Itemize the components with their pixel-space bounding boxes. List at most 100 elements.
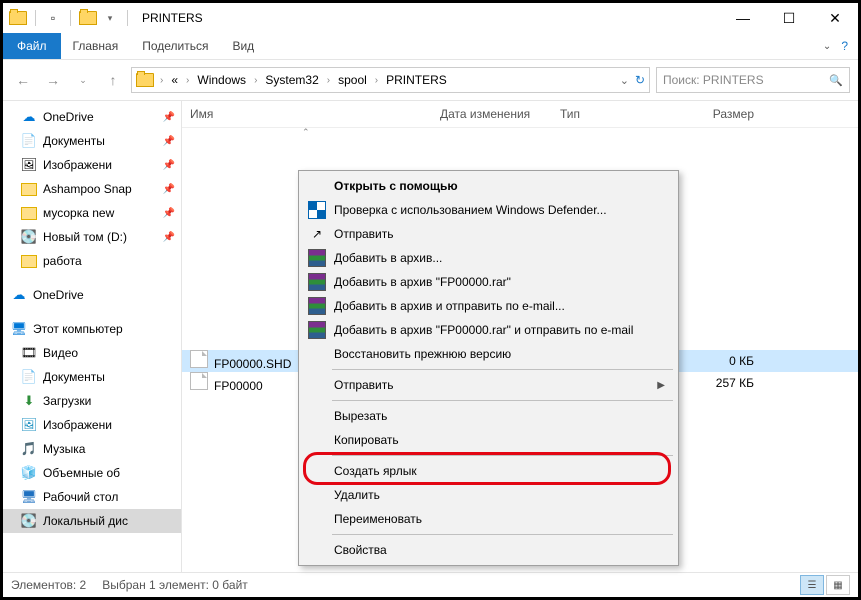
tree-item[interactable]: ☁OneDrive📌 [3, 105, 181, 129]
folder-icon [136, 73, 154, 87]
column-date[interactable]: Дата изменения [432, 107, 552, 121]
ctx-add-to-rar[interactable]: Добавить в архив "FP00000.rar" [302, 270, 675, 294]
tree-item-icon: 💽 [21, 513, 37, 529]
ctx-restore-previous[interactable]: Восстановить прежнюю версию [302, 342, 675, 366]
help-icon[interactable]: ? [841, 39, 848, 53]
address-dropdown[interactable]: ⌄ [620, 74, 629, 87]
ctx-copy[interactable]: Копировать [302, 428, 675, 452]
back-button[interactable]: ← [11, 68, 35, 92]
tree-item-icon: 🧊 [21, 465, 37, 481]
tree-item[interactable]: ⬇Загрузки [3, 389, 181, 413]
tree-label: Ashampoo Snap [43, 182, 132, 196]
chevron-right-icon: › [254, 75, 257, 86]
ctx-rename[interactable]: Переименовать [302, 507, 675, 531]
ctx-send-to[interactable]: Отправить ▶ [302, 373, 675, 397]
breadcrumb[interactable]: Windows [193, 73, 250, 87]
file-icon [190, 350, 208, 368]
address-bar: ← → ⌄ ↑ › « › Windows › System32 › spool… [3, 60, 858, 101]
computer-icon: 🖥 [11, 321, 27, 337]
qat-dropdown[interactable]: ▾ [101, 9, 119, 27]
tree-item[interactable]: 🎵Музыка [3, 437, 181, 461]
breadcrumb[interactable]: spool [334, 73, 371, 87]
ctx-create-shortcut[interactable]: Создать ярлык [302, 459, 675, 483]
column-type[interactable]: Тип [552, 107, 672, 121]
ctx-delete[interactable]: Удалить [302, 483, 675, 507]
tab-home[interactable]: Главная [61, 33, 131, 59]
refresh-button[interactable]: ↻ [635, 73, 645, 87]
search-input[interactable]: Поиск: PRINTERS 🔍 [656, 67, 850, 93]
tree-item[interactable]: 🖼Изображени [3, 413, 181, 437]
cloud-icon: ☁ [11, 287, 27, 303]
details-view-button[interactable]: ☰ [800, 575, 824, 595]
window-controls: — ☐ ✕ [720, 3, 858, 33]
tree-item[interactable]: 💽Новый том (D:)📌 [3, 225, 181, 249]
ctx-archive-email[interactable]: Добавить в архив и отправить по e-mail..… [302, 294, 675, 318]
ctx-open-with[interactable]: Открыть с помощью [302, 174, 675, 198]
column-name[interactable]: Имя [182, 107, 432, 121]
ctx-share[interactable]: ↗ Отправить [302, 222, 675, 246]
breadcrumb[interactable]: PRINTERS [382, 73, 451, 87]
ctx-defender-scan[interactable]: Проверка с использованием Windows Defend… [302, 198, 675, 222]
tree-label: мусорка new [43, 206, 114, 220]
ctx-cut[interactable]: Вырезать [302, 404, 675, 428]
folder-icon [21, 253, 37, 269]
properties-qat-button[interactable]: ▫ [44, 9, 62, 27]
tree-item[interactable]: 📄Документы📌 [3, 129, 181, 153]
forward-button[interactable]: → [41, 68, 65, 92]
search-icon: 🔍 [829, 74, 843, 87]
ctx-properties[interactable]: Свойства [302, 538, 675, 562]
recent-dropdown[interactable]: ⌄ [71, 68, 95, 92]
breadcrumb-box[interactable]: › « › Windows › System32 › spool › PRINT… [131, 67, 650, 93]
tree-this-pc[interactable]: 🖥 Этот компьютер [3, 317, 181, 341]
tree-item[interactable]: Ashampoo Snap📌 [3, 177, 181, 201]
chevron-right-icon: ▶ [657, 380, 665, 391]
column-size[interactable]: Размер [672, 107, 762, 121]
tree-item[interactable]: 🧊Объемные об [3, 461, 181, 485]
tree-label: Локальный дис [43, 514, 128, 528]
separator [332, 369, 673, 370]
breadcrumb[interactable]: System32 [261, 73, 322, 87]
tree-item[interactable]: мусорка new📌 [3, 201, 181, 225]
tree-item[interactable]: 🖼Изображени📌 [3, 153, 181, 177]
tree-item[interactable]: 🖥Рабочий стол [3, 485, 181, 509]
rar-icon [308, 249, 326, 267]
tab-share[interactable]: Поделиться [130, 33, 220, 59]
file-tab[interactable]: Файл [3, 33, 61, 59]
defender-icon [308, 201, 326, 219]
file-size: 0 КБ [672, 354, 762, 368]
search-placeholder: Поиск: PRINTERS [663, 73, 764, 87]
tree-item[interactable]: 📄Документы [3, 365, 181, 389]
navigation-pane[interactable]: ☁OneDrive📌📄Документы📌🖼Изображени📌Ashampo… [3, 101, 182, 572]
rar-icon [308, 321, 326, 339]
ribbon-collapse: ⌄ ? [823, 33, 858, 59]
folder-icon [79, 11, 97, 25]
context-menu: Открыть с помощью Проверка с использован… [298, 170, 679, 566]
tree-onedrive[interactable]: ☁ OneDrive [3, 283, 181, 307]
tab-view[interactable]: Вид [220, 33, 266, 59]
chevron-down-icon[interactable]: ⌄ [823, 41, 831, 52]
icons-view-button[interactable]: ▦ [826, 575, 850, 595]
pin-icon: 📌 [163, 112, 175, 123]
tree-item-icon: 🖥 [21, 489, 37, 505]
maximize-button[interactable]: ☐ [766, 3, 812, 33]
status-selection: Выбран 1 элемент: 0 байт [102, 578, 248, 592]
tree-item[interactable]: 🎞Видео [3, 341, 181, 365]
tree-item-icon: 🎵 [21, 441, 37, 457]
separator [332, 400, 673, 401]
crumb-ellipsis[interactable]: « [167, 73, 182, 87]
tree-item-icon: 🖼 [21, 417, 37, 433]
ctx-add-to-archive[interactable]: Добавить в архив... [302, 246, 675, 270]
ctx-rar-email[interactable]: Добавить в архив "FP00000.rar" и отправи… [302, 318, 675, 342]
pin-icon: 📌 [163, 160, 175, 171]
ribbon: Файл Главная Поделиться Вид ⌄ ? [3, 33, 858, 60]
tree-label: Изображени [43, 158, 112, 172]
tree-item[interactable]: работа [3, 249, 181, 273]
minimize-button[interactable]: — [720, 3, 766, 33]
file-name: FP00000.SHD [214, 357, 291, 371]
close-button[interactable]: ✕ [812, 3, 858, 33]
tree-label: Новый том (D:) [43, 230, 127, 244]
up-button[interactable]: ↑ [101, 68, 125, 92]
tree-label: Этот компьютер [33, 322, 123, 336]
separator [127, 10, 128, 26]
tree-item[interactable]: 💽 Локальный дис [3, 509, 181, 533]
